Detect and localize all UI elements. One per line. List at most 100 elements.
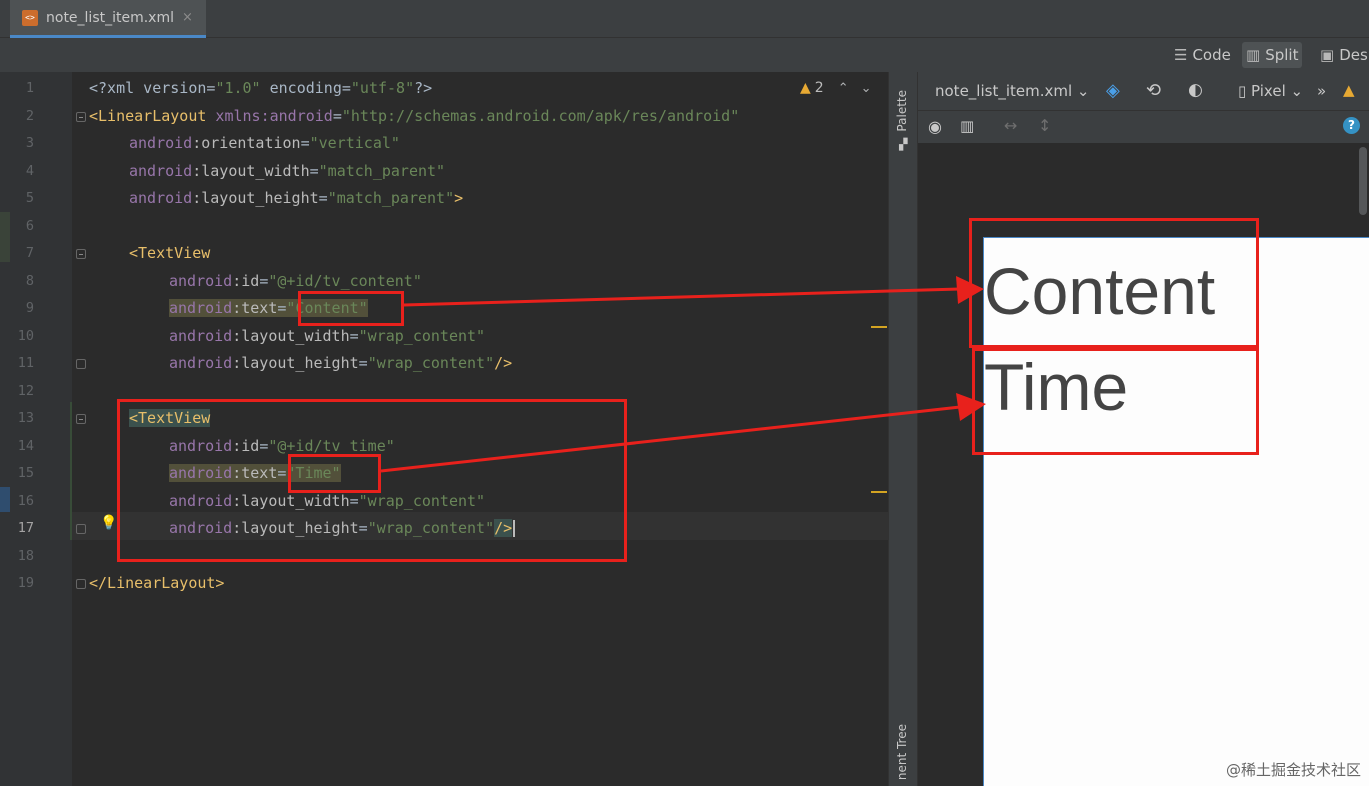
line-number-current: 17 [17,520,34,536]
fold-marker[interactable] [76,112,86,122]
xml-attr: :text [232,299,278,317]
xml-attr: :layout_width [192,161,310,180]
design-mode-label: Desi [1339,46,1369,64]
orientation-icon[interactable]: ⟲ [1146,80,1161,101]
xml-equals: = [332,106,342,125]
editor-tab-bar: <> note_list_item.xml × [0,0,1369,38]
xml-value: "wrap_content" [358,326,486,345]
xml-attr: :layout_width [232,326,350,345]
xml-encoding-value: "utf-8" [350,79,415,97]
line-number: 10 [17,327,34,344]
more-icon[interactable]: » [1317,82,1326,100]
annotation-box-preview-time [972,348,1259,455]
close-icon[interactable]: × [182,10,193,25]
device-selector[interactable]: ▯ Pixel ⌄ [1238,82,1303,100]
horizontal-resize-icon: ↔ [1004,116,1018,135]
fold-marker[interactable] [76,524,86,534]
help-icon[interactable]: ? [1343,117,1360,134]
fold-marker[interactable] [76,249,86,259]
xml-decl: <?xml version= [89,79,216,97]
line-number: 7 [25,245,34,261]
chevron-down-icon[interactable]: ⌄ [861,81,872,96]
vcs-change-marker [0,212,10,262]
file-selector-label: note_list_item.xml [935,82,1073,100]
change-bar [70,402,72,540]
xml-namespace: android [129,189,193,207]
xml-value: "@+id/tv_content" [268,271,422,290]
eye-icon[interactable]: ◉ [928,117,942,136]
editor-left-strip [0,72,10,786]
xml-namespace: android [169,326,233,345]
error-stripe-mark[interactable] [871,326,887,328]
palette-tool-button[interactable]: Palette [895,90,909,132]
line-number: 6 [25,217,34,234]
code-line-10: android:layout_width="wrap_content" [89,323,485,351]
warning-icon: ▲ [800,80,811,96]
code-mode-button[interactable]: ☰ Code [1170,42,1235,68]
line-number: 18 [17,547,34,564]
chevron-up-icon[interactable]: ⌃ [838,81,849,96]
fold-marker[interactable] [76,359,86,369]
warning-icon[interactable]: ▲ [1343,81,1355,99]
xml-value: "wrap_content" [367,354,495,372]
split-mode-label: Split [1265,46,1299,64]
annotation-box-textview-block [117,399,627,562]
blueprint-icon[interactable]: ▥ [960,117,974,135]
line-number: 11 [17,355,34,371]
design-scrollbar[interactable] [1359,147,1367,215]
file-tab-label: note_list_item.xml [46,9,174,26]
file-selector[interactable]: note_list_item.xml ⌄ [935,82,1090,100]
line-number: 5 [25,190,34,206]
error-stripe-mark[interactable] [871,491,887,493]
xml-equals: = [318,189,328,207]
code-line-3: android:orientation="vertical" [89,130,400,158]
vertical-resize-icon: ↕ [1038,116,1052,135]
line-number: 8 [25,272,34,289]
xml-tag: <TextView [129,244,211,262]
line-number: 2 [25,107,34,124]
line-number: 12 [17,382,34,399]
lines-icon: ☰ [1174,46,1188,64]
line-number: 19 [17,575,34,591]
fold-marker[interactable] [76,579,86,589]
chevron-down-icon: ⌄ [1290,82,1304,100]
warning-count: 2 [814,80,824,96]
code-line-19: </LinearLayout> [89,570,224,598]
xml-equals: = [300,134,310,152]
xml-namespace: android [169,299,233,317]
layers-icon[interactable]: ◈ [1106,80,1120,101]
xml-attr: :orientation [192,134,301,152]
xml-equals: = [259,271,269,290]
night-mode-icon[interactable]: ◐ [1188,80,1203,100]
xml-decl: ?> [414,79,433,97]
code-line-11: android:layout_height="wrap_content"/> [89,350,512,378]
design-mode-button[interactable]: ▣ Desi [1316,42,1369,68]
xml-namespace: android [169,271,233,290]
image-icon: ▣ [1320,46,1335,64]
xml-tag-end: /> [494,354,513,372]
xml-attr: :layout_height [192,189,319,207]
inspection-widget[interactable]: ▲ 2 ⌃ ⌄ [800,80,872,96]
split-mode-button[interactable]: ▥ Split [1242,42,1303,68]
view-mode-toolbar: ☰ Code ▥ Split ▣ Desi [0,38,1369,72]
xml-equals: = [309,161,319,180]
component-tree-tool-button[interactable]: nent Tree [895,724,909,780]
code-mode-label: Code [1192,46,1231,64]
code-line-2: <LinearLayout xmlns:android="http://sche… [89,103,739,131]
xml-tag: <LinearLayout [89,106,207,125]
line-number: 16 [17,492,34,509]
xml-decl: encoding= [260,79,351,97]
xml-version-value: "1.0" [215,79,261,97]
line-number: 1 [25,80,34,96]
xml-namespace: android [129,134,193,152]
code-line-4: android:layout_width="match_parent" [89,158,445,186]
fold-marker[interactable] [76,414,86,424]
xml-namespace: android [129,161,193,180]
code-line-7: <TextView [89,240,210,268]
line-number: 4 [25,162,34,179]
line-number: 14 [17,437,34,454]
xml-value: "match_parent" [327,189,455,207]
xml-equals: = [358,354,368,372]
xml-file-icon: <> [22,9,38,26]
file-tab[interactable]: <> note_list_item.xml × [10,0,206,38]
